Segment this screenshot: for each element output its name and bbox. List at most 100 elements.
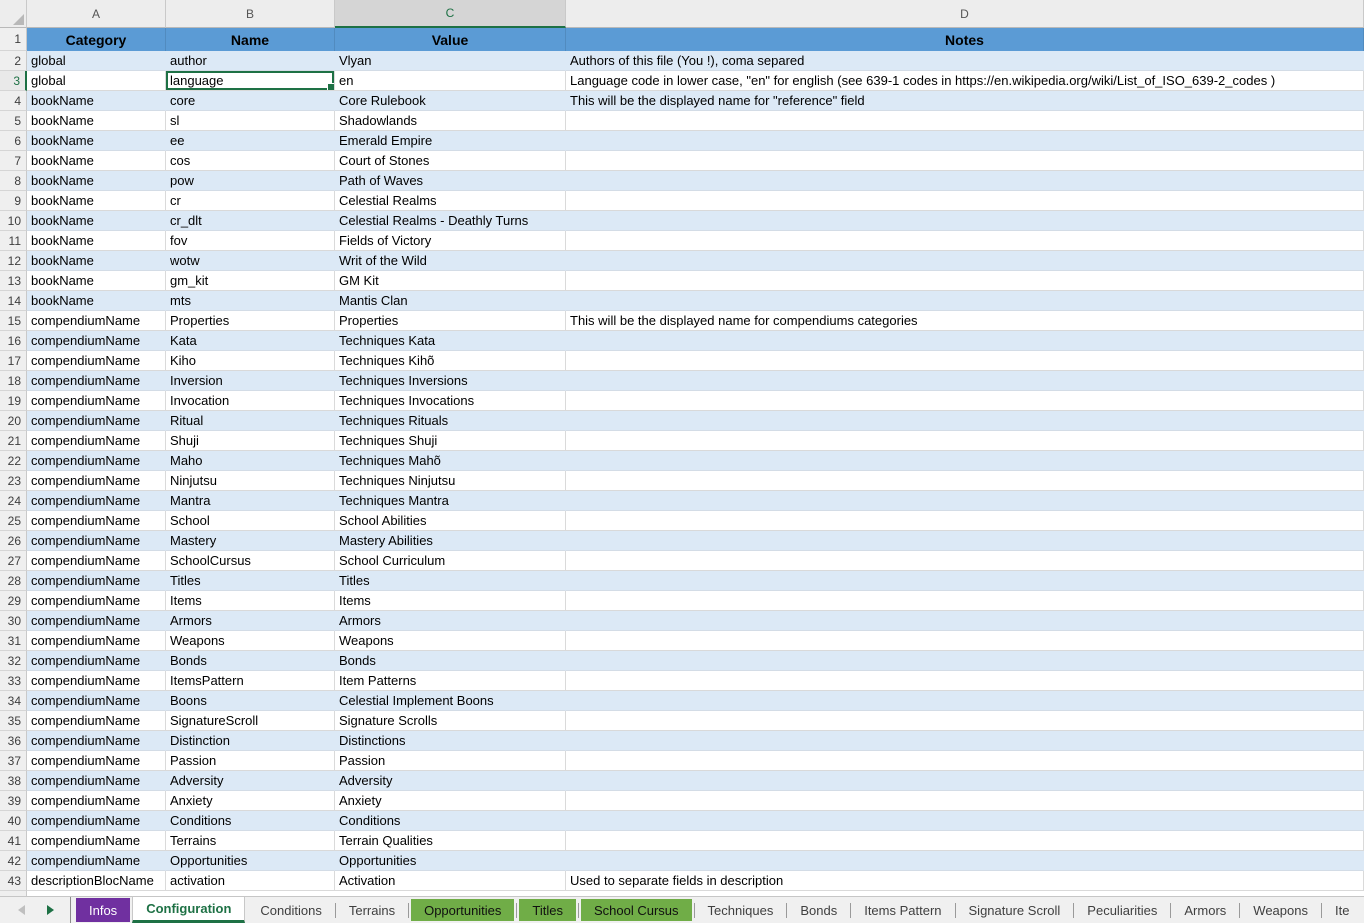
cell-category[interactable]: compendiumName bbox=[27, 351, 166, 371]
sheet-tab-signature-scroll[interactable]: Signature Scroll bbox=[956, 897, 1074, 923]
cell-notes[interactable] bbox=[566, 511, 1364, 531]
sheet-tab-items-pattern[interactable]: Items Pattern bbox=[851, 897, 954, 923]
sheet-tab-titles[interactable]: Titles bbox=[519, 899, 576, 921]
table-header-name[interactable]: Name bbox=[166, 28, 335, 51]
cell-category[interactable]: compendiumName bbox=[27, 731, 166, 751]
cell-value[interactable]: Terrain Qualities bbox=[335, 831, 566, 851]
cell-name[interactable]: pow bbox=[166, 171, 335, 191]
cell-notes[interactable] bbox=[566, 471, 1364, 491]
cell-category[interactable]: bookName bbox=[27, 251, 166, 271]
cell-notes[interactable] bbox=[566, 151, 1364, 171]
cell-name[interactable]: ItemsPattern bbox=[166, 671, 335, 691]
sheet-tab-infos[interactable]: Infos bbox=[76, 898, 130, 922]
cell-value[interactable]: Bonds bbox=[335, 651, 566, 671]
row-number[interactable]: 34 bbox=[0, 691, 27, 711]
cell-notes[interactable] bbox=[566, 191, 1364, 211]
cell-notes[interactable] bbox=[566, 251, 1364, 271]
row-number[interactable]: 35 bbox=[0, 711, 27, 731]
cell-name[interactable]: core bbox=[166, 91, 335, 111]
cell-value[interactable]: Properties bbox=[335, 311, 566, 331]
row-number[interactable]: 26 bbox=[0, 531, 27, 551]
sheet-tab-ite[interactable]: Ite bbox=[1322, 897, 1362, 923]
cell-name[interactable]: mts bbox=[166, 291, 335, 311]
cell-value[interactable]: School Curriculum bbox=[335, 551, 566, 571]
cell-notes[interactable] bbox=[566, 731, 1364, 751]
cell-name[interactable]: author bbox=[166, 51, 335, 71]
cell-value[interactable]: School Abilities bbox=[335, 511, 566, 531]
row-number[interactable]: 16 bbox=[0, 331, 27, 351]
cell-notes[interactable]: This will be the displayed name for comp… bbox=[566, 311, 1364, 331]
cell-category[interactable]: compendiumName bbox=[27, 651, 166, 671]
cell-name[interactable]: Titles bbox=[166, 571, 335, 591]
cell-category[interactable]: compendiumName bbox=[27, 531, 166, 551]
table-header-notes[interactable]: Notes bbox=[566, 28, 1364, 51]
table-header-category[interactable]: Category bbox=[27, 28, 166, 51]
cell-category[interactable]: descriptionBlocName bbox=[27, 871, 166, 891]
cell-value[interactable]: Techniques Ninjutsu bbox=[335, 471, 566, 491]
cell-value[interactable]: Adversity bbox=[335, 771, 566, 791]
row-number[interactable]: 19 bbox=[0, 391, 27, 411]
cell-notes[interactable] bbox=[566, 771, 1364, 791]
row-number[interactable]: 30 bbox=[0, 611, 27, 631]
cell-name[interactable]: Items bbox=[166, 591, 335, 611]
cell-name[interactable]: Kiho bbox=[166, 351, 335, 371]
cell-name[interactable]: Conditions bbox=[166, 811, 335, 831]
cell-notes[interactable] bbox=[566, 271, 1364, 291]
cell-category[interactable]: global bbox=[27, 51, 166, 71]
cell-value[interactable]: Writ of the Wild bbox=[335, 251, 566, 271]
row-number[interactable]: 3 bbox=[0, 71, 27, 91]
cell-value[interactable]: Court of Stones bbox=[335, 151, 566, 171]
column-header-A[interactable]: A bbox=[27, 0, 166, 28]
cell-name[interactable]: Mantra bbox=[166, 491, 335, 511]
cell-notes[interactable] bbox=[566, 791, 1364, 811]
cell-value[interactable]: Shadowlands bbox=[335, 111, 566, 131]
cell-category[interactable]: compendiumName bbox=[27, 831, 166, 851]
row-number[interactable]: 28 bbox=[0, 571, 27, 591]
sheet-tab-terrains[interactable]: Terrains bbox=[336, 897, 408, 923]
cell-category[interactable]: compendiumName bbox=[27, 551, 166, 571]
cell-category[interactable]: global bbox=[27, 71, 166, 91]
cell-name[interactable]: Shuji bbox=[166, 431, 335, 451]
cell-category[interactable]: compendiumName bbox=[27, 691, 166, 711]
row-number[interactable]: 43 bbox=[0, 871, 27, 891]
cell-value[interactable]: Celestial Implement Boons bbox=[335, 691, 566, 711]
row-number[interactable]: 37 bbox=[0, 751, 27, 771]
cell-category[interactable]: compendiumName bbox=[27, 591, 166, 611]
cell-value[interactable]: Techniques Inversions bbox=[335, 371, 566, 391]
cell-notes[interactable] bbox=[566, 831, 1364, 851]
row-number[interactable]: 13 bbox=[0, 271, 27, 291]
cell-name[interactable]: Maho bbox=[166, 451, 335, 471]
cell-notes[interactable] bbox=[566, 391, 1364, 411]
cell-notes[interactable]: Language code in lower case, "en" for en… bbox=[566, 71, 1364, 91]
column-header-B[interactable]: B bbox=[166, 0, 335, 28]
cell-value[interactable]: Celestial Realms - Deathly Turns bbox=[335, 211, 566, 231]
cell-notes[interactable]: This will be the displayed name for "ref… bbox=[566, 91, 1364, 111]
cell-value[interactable]: Techniques Invocations bbox=[335, 391, 566, 411]
cell-notes[interactable] bbox=[566, 811, 1364, 831]
sheet-tab-conditions[interactable]: Conditions bbox=[247, 897, 334, 923]
cell-name[interactable]: cr_dlt bbox=[166, 211, 335, 231]
cell-name[interactable]: Kata bbox=[166, 331, 335, 351]
cell-value[interactable]: Anxiety bbox=[335, 791, 566, 811]
sheet-tab-weapons[interactable]: Weapons bbox=[1240, 897, 1321, 923]
cell-notes[interactable] bbox=[566, 631, 1364, 651]
cell-category[interactable]: bookName bbox=[27, 271, 166, 291]
cell-notes[interactable] bbox=[566, 411, 1364, 431]
cell-category[interactable]: bookName bbox=[27, 131, 166, 151]
row-number[interactable]: 24 bbox=[0, 491, 27, 511]
cell-name[interactable]: Bonds bbox=[166, 651, 335, 671]
cell-name[interactable]: Terrains bbox=[166, 831, 335, 851]
cell-notes[interactable] bbox=[566, 451, 1364, 471]
row-number[interactable]: 12 bbox=[0, 251, 27, 271]
cell-notes[interactable] bbox=[566, 431, 1364, 451]
row-number[interactable]: 40 bbox=[0, 811, 27, 831]
cell-category[interactable]: compendiumName bbox=[27, 371, 166, 391]
cell-name[interactable]: Ritual bbox=[166, 411, 335, 431]
cell-name[interactable]: gm_kit bbox=[166, 271, 335, 291]
cell-notes[interactable] bbox=[566, 171, 1364, 191]
cell-value[interactable]: Mastery Abilities bbox=[335, 531, 566, 551]
cell-category[interactable]: compendiumName bbox=[27, 571, 166, 591]
cell-notes[interactable] bbox=[566, 571, 1364, 591]
cell-category[interactable]: compendiumName bbox=[27, 851, 166, 871]
cell-category[interactable]: compendiumName bbox=[27, 471, 166, 491]
